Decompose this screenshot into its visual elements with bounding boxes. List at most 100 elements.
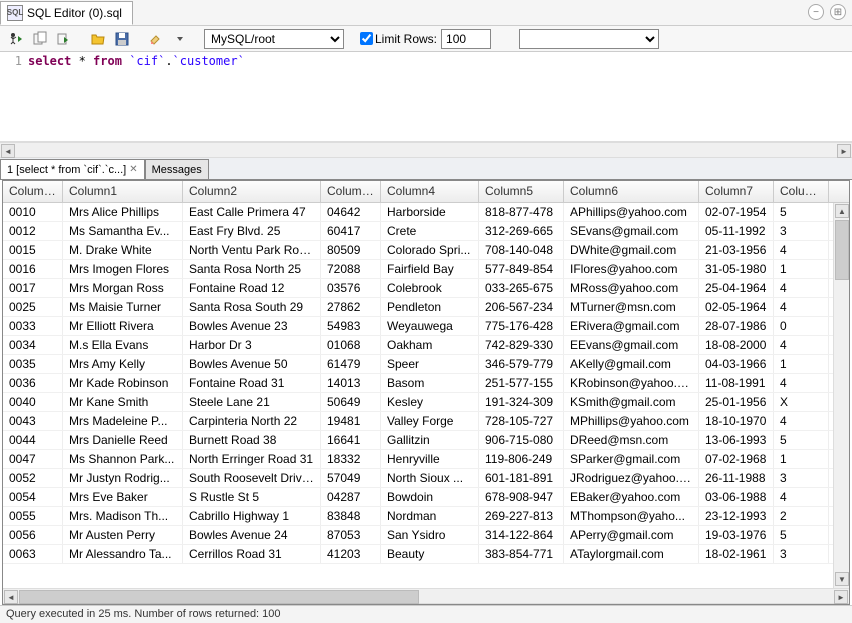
minimize-button[interactable]: − [808, 4, 824, 20]
grid-vscrollbar[interactable]: ▲ ▼ [833, 203, 849, 588]
table-row[interactable]: 0012Ms Samantha Ev...East Fry Blvd. 2560… [3, 222, 849, 241]
cell: Oakham [381, 336, 479, 354]
table-row[interactable]: 0025Ms Maisie TurnerSanta Rosa South 292… [3, 298, 849, 317]
execute-current-button[interactable] [54, 29, 74, 49]
cell: Ms Samantha Ev... [63, 222, 183, 240]
table-row[interactable]: 0056Mr Austen PerryBowles Avenue 2487053… [3, 526, 849, 545]
limit-rows-input[interactable] [441, 29, 491, 49]
cell: 04-03-1966 [699, 355, 774, 373]
tab-messages[interactable]: Messages [145, 159, 209, 179]
table-row[interactable]: 0055Mrs. Madison Th...Cabrillo Highway 1… [3, 507, 849, 526]
cell: EEvans@gmail.com [564, 336, 699, 354]
cell: 83848 [321, 507, 381, 525]
cell: M. Drake White [63, 241, 183, 259]
table-row[interactable]: 0043Mrs Madeleine P...Carpinteria North … [3, 412, 849, 431]
table-row[interactable]: 0033Mr Elliott RiveraBowles Avenue 23549… [3, 317, 849, 336]
cell: 312-269-665 [479, 222, 564, 240]
editor-code[interactable]: select * from `cif`.`customer` [28, 54, 852, 139]
cell: Ms Shannon Park... [63, 450, 183, 468]
sql-editor[interactable]: 1 select * from `cif`.`customer` [0, 52, 852, 142]
table-row[interactable]: 0044Mrs Danielle ReedBurnett Road 381664… [3, 431, 849, 450]
scroll-left-icon[interactable]: ◄ [4, 590, 18, 604]
table-row[interactable]: 0034M.s Ella EvansHarbor Dr 301068Oakham… [3, 336, 849, 355]
cell: 383-854-771 [479, 545, 564, 563]
cell: M.s Ella Evans [63, 336, 183, 354]
table-row[interactable]: 0040Mr Kane SmithSteele Lane 2150649Kesl… [3, 393, 849, 412]
cell: 0047 [3, 450, 63, 468]
cell: Santa Rosa North 25 [183, 260, 321, 278]
cell: 0044 [3, 431, 63, 449]
column-header[interactable]: Column0 [3, 181, 63, 202]
table-row[interactable]: 0036Mr Kade RobinsonFontaine Road 311401… [3, 374, 849, 393]
cell: Mrs Morgan Ross [63, 279, 183, 297]
cell: Mrs. Madison Th... [63, 507, 183, 525]
connection-select[interactable]: MySQL/root [204, 29, 344, 49]
scroll-thumb[interactable] [835, 220, 849, 280]
cell: 708-140-048 [479, 241, 564, 259]
cell: Carpinteria North 22 [183, 412, 321, 430]
table-row[interactable]: 0016Mrs Imogen FloresSanta Rosa North 25… [3, 260, 849, 279]
scroll-left-icon[interactable]: ◄ [1, 144, 15, 158]
grid-hscrollbar[interactable]: ◄ ► [3, 588, 849, 604]
scroll-right-icon[interactable]: ► [834, 590, 848, 604]
cell: Gallitzin [381, 431, 479, 449]
scroll-right-icon[interactable]: ► [837, 144, 851, 158]
cell: 54983 [321, 317, 381, 335]
table-row[interactable]: 0047Ms Shannon Park...North Erringer Roa… [3, 450, 849, 469]
clear-button[interactable] [146, 29, 166, 49]
column-header[interactable]: Column7 [699, 181, 774, 202]
column-header[interactable]: Column5 [479, 181, 564, 202]
tab-results[interactable]: 1 [select * from `cif`.`c...] ✕ [0, 159, 145, 179]
cell: 728-105-727 [479, 412, 564, 430]
history-select[interactable] [519, 29, 659, 49]
column-header[interactable]: Column8 [774, 181, 829, 202]
limit-rows-checkbox[interactable] [360, 32, 373, 45]
file-tab[interactable]: SQL SQL Editor (0).sql [0, 1, 133, 25]
table-row[interactable]: 0015M. Drake WhiteNorth Ventu Park Roa..… [3, 241, 849, 260]
editor-hscrollbar[interactable]: ◄ ► [0, 142, 852, 158]
toolbar: MySQL/root Limit Rows: [0, 26, 852, 52]
cell: 1 [774, 450, 829, 468]
scroll-down-icon[interactable]: ▼ [835, 572, 849, 586]
grid-body[interactable]: 0010Mrs Alice PhillipsEast Calle Primera… [3, 203, 849, 588]
close-icon[interactable]: ✕ [129, 164, 137, 175]
cell: KSmith@gmail.com [564, 393, 699, 411]
title-tabbar: SQL SQL Editor (0).sql − ⊞ [0, 0, 852, 26]
cell: 16641 [321, 431, 381, 449]
column-header[interactable]: Column6 [564, 181, 699, 202]
cell: Harbor Dr 3 [183, 336, 321, 354]
column-header[interactable]: Column3 [321, 181, 381, 202]
column-header[interactable]: Column2 [183, 181, 321, 202]
open-button[interactable] [88, 29, 108, 49]
cell: 206-567-234 [479, 298, 564, 316]
cell: Santa Rosa South 29 [183, 298, 321, 316]
scroll-up-icon[interactable]: ▲ [835, 204, 849, 218]
cell: 4 [774, 488, 829, 506]
column-header[interactable]: Column4 [381, 181, 479, 202]
table-row[interactable]: 0054Mrs Eve BakerS Rustle St 504287Bowdo… [3, 488, 849, 507]
cell: Henryville [381, 450, 479, 468]
run-button[interactable] [6, 29, 26, 49]
table-row[interactable]: 0052Mr Justyn Rodrig...South Roosevelt D… [3, 469, 849, 488]
cell: Bowles Avenue 24 [183, 526, 321, 544]
cell: Mrs Imogen Flores [63, 260, 183, 278]
cell: Colorado Spri... [381, 241, 479, 259]
table-row[interactable]: 0035Mrs Amy KellyBowles Avenue 5061479Sp… [3, 355, 849, 374]
save-button[interactable] [112, 29, 132, 49]
cell: 87053 [321, 526, 381, 544]
cell: 3 [774, 545, 829, 563]
cell: Fontaine Road 31 [183, 374, 321, 392]
table-row[interactable]: 0063Mr Alessandro Ta...Cerrillos Road 31… [3, 545, 849, 564]
cell: Crete [381, 222, 479, 240]
cell: 05-11-1992 [699, 222, 774, 240]
table-row[interactable]: 0010Mrs Alice PhillipsEast Calle Primera… [3, 203, 849, 222]
source-button[interactable] [30, 29, 50, 49]
clear-dropdown-button[interactable] [170, 29, 190, 49]
maximize-button[interactable]: ⊞ [830, 4, 846, 20]
column-header[interactable]: Column1 [63, 181, 183, 202]
cell: North Sioux ... [381, 469, 479, 487]
cell: 0016 [3, 260, 63, 278]
table-row[interactable]: 0017Mrs Morgan RossFontaine Road 1203576… [3, 279, 849, 298]
cell: 18332 [321, 450, 381, 468]
scroll-thumb[interactable] [19, 590, 419, 604]
